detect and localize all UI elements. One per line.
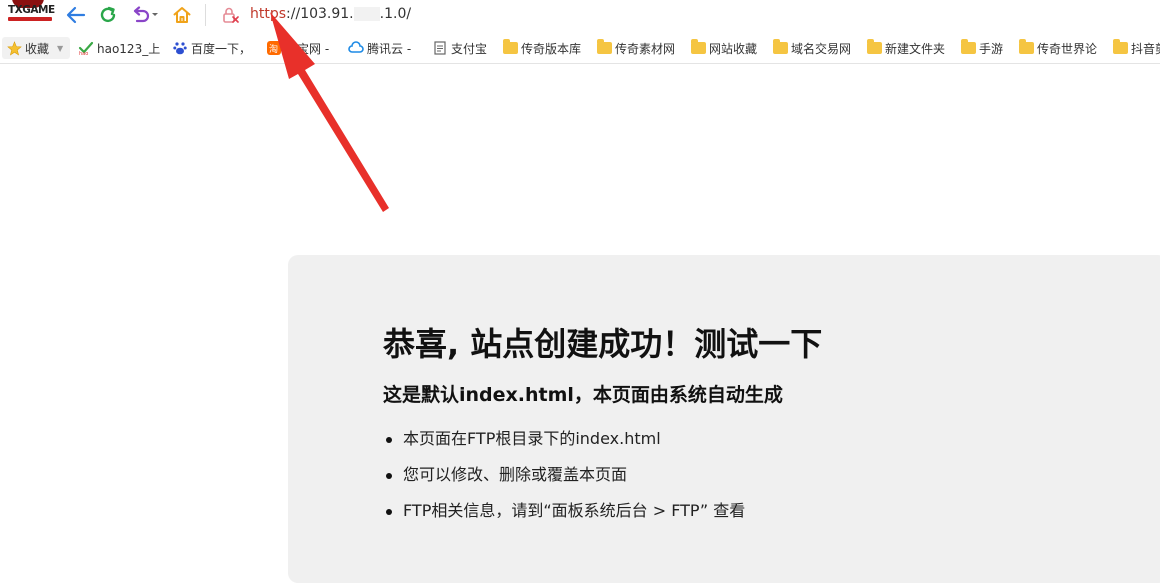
bookmark-folder-new-folder[interactable]: 新建文件夹 [866,39,945,57]
bookmark-folder-chuanqi-forum[interactable]: 传奇世界论 [1018,39,1097,57]
svg-text:淘: 淘 [269,43,278,55]
folder-icon [1018,39,1034,56]
toolbar-divider [205,4,206,26]
bookmark-label: 抖音剪 [1131,41,1160,56]
info-list: 本页面在FTP根目录下的index.html 您可以修改、删除或覆盖本页面 FT… [383,428,745,536]
logo-text: TXGAME [8,4,55,16]
bookmark-folder-mobile-games[interactable]: 手游 [960,39,1003,57]
taobao-icon: 淘 [266,40,282,56]
app-logo[interactable]: TXGAME [4,0,55,26]
bookmark-label: 域名交易网 [791,41,852,56]
bookmark-folder-website-favorites[interactable]: 网站收藏 [690,39,757,57]
default-page-card: 恭喜, 站点创建成功！测试一下 这是默认index.html，本页面由系统自动生… [288,255,1160,583]
undo-close-tab-button[interactable] [128,4,162,26]
bookmark-folder-chuanqi-versions[interactable]: 传奇版本库 [502,39,581,57]
bookmarks-bar: 收藏 ▼ hao hao123_上 百度一下， 淘 淘宝网 - 腾讯云 - 支付… [0,32,1160,64]
star-icon [6,40,22,56]
logo-underline [8,17,52,21]
refresh-icon [100,6,116,23]
page-title: 恭喜, 站点创建成功！测试一下 [383,325,823,363]
bookmark-alipay[interactable]: 支付宝 [432,39,487,57]
back-arrow-icon [66,6,86,24]
document-icon [432,40,448,56]
list-item: 您可以修改、删除或覆盖本页面 [383,464,745,500]
chevron-down-icon [152,13,158,16]
folder-icon [866,39,882,56]
url-host-start: ://103.91. [286,6,354,22]
favorites-menu[interactable]: 收藏 ▼ [6,39,63,57]
bookmark-label: 网站收藏 [709,41,758,56]
undo-icon [133,6,150,23]
site-security-button[interactable] [218,4,242,26]
refresh-button[interactable] [96,4,120,26]
folder-icon [690,39,706,56]
chevron-down-icon: ▼ [57,43,64,53]
bookmark-label: 传奇世界论 [1037,41,1098,56]
bookmark-folder-domain-trade[interactable]: 域名交易网 [772,39,851,57]
bookmark-label: 手游 [979,41,1004,56]
folder-icon [1112,39,1128,56]
folder-icon [772,39,788,56]
home-icon [173,7,191,23]
list-item: 本页面在FTP根目录下的index.html [383,428,745,464]
bookmark-tencent-cloud[interactable]: 腾讯云 - [348,39,411,57]
bookmark-folder-chuanqi-assets[interactable]: 传奇素材网 [596,39,675,57]
bookmark-label: 支付宝 [451,41,488,56]
hao123-icon: hao [78,40,94,56]
bookmark-label: 百度一下， [191,41,252,56]
favorites-label: 收藏 [25,41,50,56]
folder-icon [596,39,612,56]
address-bar[interactable]: https://103.91. .1.0/ [250,6,411,24]
url-scheme: https [250,6,287,22]
bookmark-label: 新建文件夹 [885,41,946,56]
bookmark-label: 淘宝网 - [285,41,330,56]
cloud-icon [348,40,364,56]
insecure-lock-icon [223,7,239,23]
bookmark-taobao[interactable]: 淘 淘宝网 - [266,39,329,57]
bookmark-folder-douyin[interactable]: 抖音剪 [1112,39,1160,57]
bookmark-label: hao123_上 [97,41,161,56]
bookmark-baidu[interactable]: 百度一下， [172,39,251,57]
bookmark-hao123[interactable]: hao hao123_上 [78,39,160,57]
folder-icon [502,39,518,56]
folder-icon [960,39,976,56]
baidu-icon [172,40,188,56]
bookmark-label: 传奇版本库 [521,41,582,56]
browser-toolbar: TXGAME https://103.91. .1.0/ [0,0,1160,32]
svg-text:hao: hao [79,51,88,56]
url-host-end: .1.0/ [379,6,412,22]
bookmark-label: 传奇素材网 [615,41,676,56]
page-subtitle: 这是默认index.html，本页面由系统自动生成 [383,384,783,406]
bookmark-label: 腾讯云 - [367,41,412,56]
list-item: FTP相关信息，请到“面板系统后台 > FTP” 查看 [383,500,745,536]
back-button[interactable] [64,4,88,26]
url-redaction [353,7,380,21]
home-button[interactable] [170,4,194,26]
